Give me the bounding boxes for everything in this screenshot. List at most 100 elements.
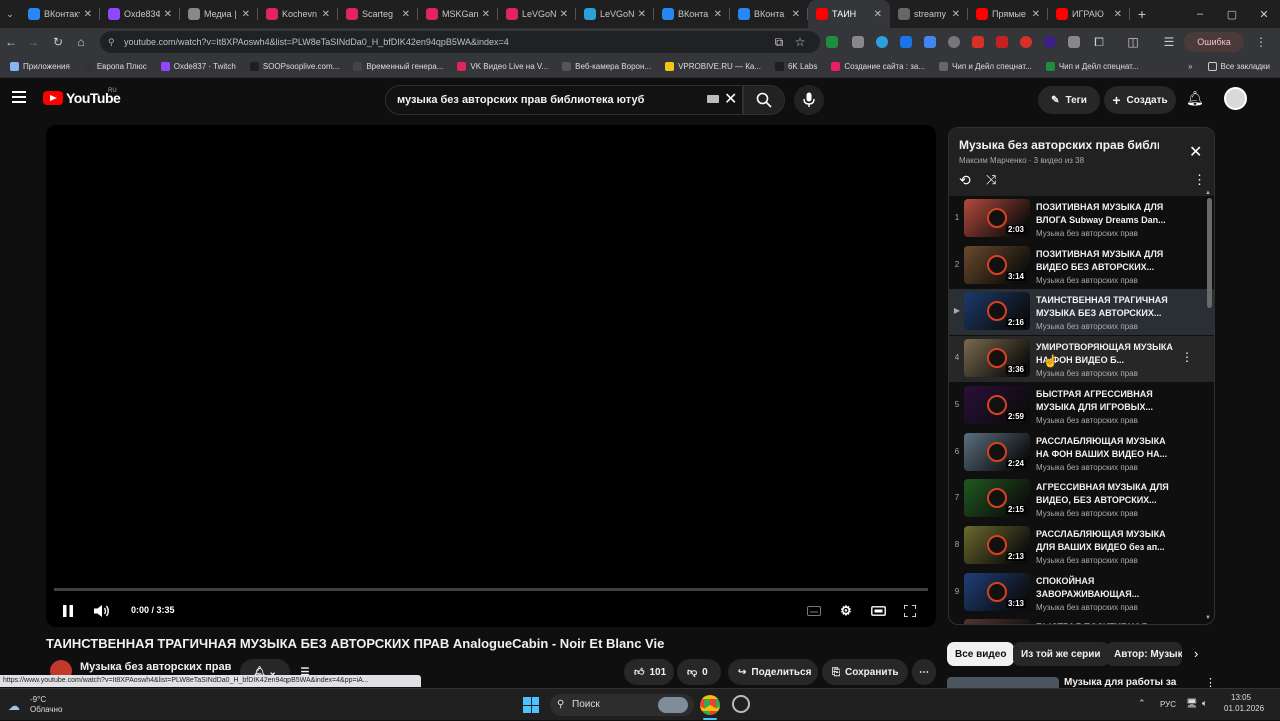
extension-icon-10[interactable]	[1044, 36, 1056, 48]
search-input[interactable]: музыка без авторских прав библиотека юту…	[385, 85, 743, 115]
channel-name[interactable]: Музыка без авторских прав	[80, 661, 231, 673]
notifications-bell-icon[interactable]: 🔔︎	[1186, 90, 1204, 107]
clear-search-icon[interactable]: ✕	[724, 89, 737, 109]
playlist-menu-icon[interactable]: ⋮	[1193, 172, 1206, 188]
chip-author[interactable]: Автор: Музык	[1106, 642, 1182, 666]
user-avatar[interactable]	[1224, 87, 1247, 110]
bookmark-item[interactable]: 6K Labs	[768, 62, 824, 71]
playlist-item-thumbnail[interactable]: 2:15	[964, 479, 1030, 518]
like-button[interactable]: 👍︎ 101	[624, 659, 674, 685]
back-icon[interactable]: ←	[2, 33, 20, 51]
search-button[interactable]	[743, 85, 785, 115]
playlist-item-thumbnail[interactable]: 2:16	[964, 292, 1030, 331]
tags-button[interactable]: ✎ Теги	[1038, 86, 1100, 114]
extension-icon-11[interactable]	[1068, 36, 1080, 48]
loop-icon[interactable]: ⟲	[959, 172, 971, 189]
bookmark-item[interactable]: SOOPsooplive.com...	[243, 62, 346, 71]
close-tab-icon[interactable]: ✕	[714, 9, 722, 20]
obs-taskbar-icon[interactable]	[732, 695, 750, 713]
extension-icon-3[interactable]	[876, 36, 888, 48]
playlist-item-thumbnail[interactable]: 3:14	[964, 245, 1030, 284]
dislike-button[interactable]: 👎︎ 0	[677, 659, 721, 685]
browser-tab[interactable]: streamy ✕	[890, 0, 968, 28]
item-menu-icon[interactable]: ⋮	[1181, 350, 1193, 364]
language-indicator[interactable]: РУС	[1160, 700, 1176, 709]
playlist-item[interactable]: 5 2:59 БЫСТРАЯ АГРЕССИВНАЯ МУЗЫКА ДЛЯ ИГРО…	[949, 383, 1214, 429]
bookmark-item[interactable]: Приложения	[3, 62, 77, 71]
all-bookmarks-folder[interactable]: Все закладки	[1201, 62, 1280, 71]
bookmark-item[interactable]: Временный генера...	[346, 62, 450, 71]
bookmark-item[interactable]: Чип и Дейл спецнат...	[1039, 62, 1146, 71]
reload-icon[interactable]: ↻	[49, 33, 67, 51]
playlist-item-thumbnail[interactable]	[964, 619, 1030, 624]
bookmark-item[interactable]: Чип и Дейл спецнат...	[932, 62, 1039, 71]
browser-menu-icon[interactable]: ⋮	[1252, 33, 1270, 51]
video-player[interactable]: 0:00 / 3:35 ⚙	[46, 125, 936, 627]
playlist-item[interactable]: ▶ 2:16 ТАИНСТВЕННАЯ ТРАГИЧНАЯ МУЗЫКА БЕЗ А…	[949, 289, 1214, 336]
playlist-item[interactable]: 8 2:13 РАССЛАБЛЯЮЩАЯ МУЗЫКА ДЛЯ ВАШИХ ВИДЕ…	[949, 523, 1214, 569]
extension-icon-2[interactable]	[852, 36, 864, 48]
playlist-item-thumbnail[interactable]: 2:24	[964, 432, 1030, 471]
playlist-item[interactable]: 6 2:24 РАССЛАБЛЯЮЩАЯ МУЗЫКА НА ФОН ВАШИХ В…	[949, 430, 1214, 476]
playlist-item[interactable]: 7 2:15 АГРЕССИВНАЯ МУЗЫКА ДЛЯ ВИДЕО, БЕЗ А…	[949, 476, 1214, 522]
playlist-item-thumbnail[interactable]: 3:13	[964, 572, 1030, 611]
playlist-item-thumbnail[interactable]: 2:59	[964, 385, 1030, 424]
playlist-item[interactable]: 9 3:13 СПОКОЙНАЯ ЗАВОРАЖИВАЮЩАЯ... Музыка б…	[949, 570, 1214, 616]
volume-button[interactable]	[92, 601, 112, 621]
playlist-item[interactable]: 1 2:03 ПОЗИТИВНАЯ МУЗЫКА ДЛЯ ВЛОГА Subway …	[949, 196, 1214, 242]
browser-tab[interactable]: Медиа | ✕	[180, 0, 258, 28]
browser-tab[interactable]: Kochevn ✕	[258, 0, 338, 28]
home-icon[interactable]: ⌂	[72, 33, 90, 51]
chip-same-series[interactable]: Из той же серии	[1013, 642, 1109, 666]
close-tab-icon[interactable]: ✕	[638, 9, 646, 20]
site-info-icon[interactable]: ⚲	[108, 31, 115, 53]
close-tab-icon[interactable]: ✕	[482, 9, 490, 20]
close-tab-icon[interactable]: ✕	[792, 9, 800, 20]
chrome-taskbar-icon[interactable]	[700, 695, 720, 715]
extension-icon-4[interactable]	[900, 36, 912, 48]
profile-error-button[interactable]: Ошибка	[1184, 32, 1244, 52]
extension-icon-6[interactable]	[948, 36, 960, 48]
related-video-title[interactable]: Музыка для работы за	[1064, 677, 1176, 688]
playlist-title[interactable]: Музыка без авторских прав библи...	[959, 138, 1159, 152]
browser-tab[interactable]: Scarteg ✕	[338, 0, 418, 28]
taskbar-search[interactable]: ⚲ Поиск	[550, 694, 694, 716]
browser-tab[interactable]: ВКонта ✕	[654, 0, 730, 28]
extension-icon-7[interactable]	[972, 36, 984, 48]
reading-list-icon[interactable]: ☰	[1160, 33, 1178, 51]
playlist-item[interactable]: БЫСТРАЯ ПОЗИТИВНАЯ	[949, 616, 1214, 624]
close-tab-icon[interactable]: ✕	[322, 9, 330, 20]
extensions-puzzle-icon[interactable]: ⧠	[1090, 33, 1108, 51]
new-tab-icon[interactable]: +	[1130, 0, 1154, 28]
playlist-item-thumbnail[interactable]: 2:03	[964, 199, 1030, 237]
close-tab-icon[interactable]: ✕	[952, 9, 960, 20]
bookmark-item[interactable]: VK Видео Live на V...	[450, 62, 555, 71]
chevron-right-icon[interactable]: ›	[1194, 646, 1198, 661]
clock-time[interactable]: 13:05	[1231, 693, 1251, 702]
browser-tab[interactable]: ВКонта ✕	[730, 0, 808, 28]
playlist-item-thumbnail[interactable]: 2:13	[964, 525, 1030, 564]
extension-icon-1[interactable]	[826, 36, 838, 48]
close-tab-icon[interactable]: ✕	[1032, 9, 1040, 20]
close-tab-icon[interactable]: ✕	[242, 9, 250, 20]
extension-icon-8[interactable]	[996, 36, 1008, 48]
chip-all-videos[interactable]: Все видео	[947, 642, 1015, 666]
tab-search-icon[interactable]: ⌄	[0, 0, 20, 28]
close-tab-icon[interactable]: ✕	[402, 9, 410, 20]
youtube-logo-icon[interactable]	[43, 91, 63, 105]
pause-button[interactable]	[58, 601, 78, 621]
address-bar[interactable]: ⚲ youtube.com/watch?v=It8XPAoswh4&list=P…	[100, 31, 820, 53]
bookmark-item[interactable]: Создание сайта : за...	[824, 62, 932, 71]
theater-mode-icon[interactable]	[868, 601, 888, 621]
create-button[interactable]: + Создать	[1104, 86, 1176, 114]
clock-date[interactable]: 01.01.2026	[1224, 704, 1264, 713]
browser-tab[interactable]: ВКонтакте ✕	[20, 0, 100, 28]
network-icon[interactable]: 🖥︎	[1186, 698, 1197, 709]
browser-tab[interactable]: LeVGoN ✕	[498, 0, 576, 28]
install-app-icon[interactable]: ⧉	[770, 33, 788, 51]
screenshot-icon[interactable]: ◫	[1124, 33, 1142, 51]
browser-tab[interactable]: ТАИН ✕	[808, 0, 890, 28]
close-tab-icon[interactable]: ✕	[1114, 9, 1122, 20]
voice-search-button[interactable]	[794, 85, 824, 115]
browser-tab[interactable]: LeVGoN ✕	[576, 0, 654, 28]
